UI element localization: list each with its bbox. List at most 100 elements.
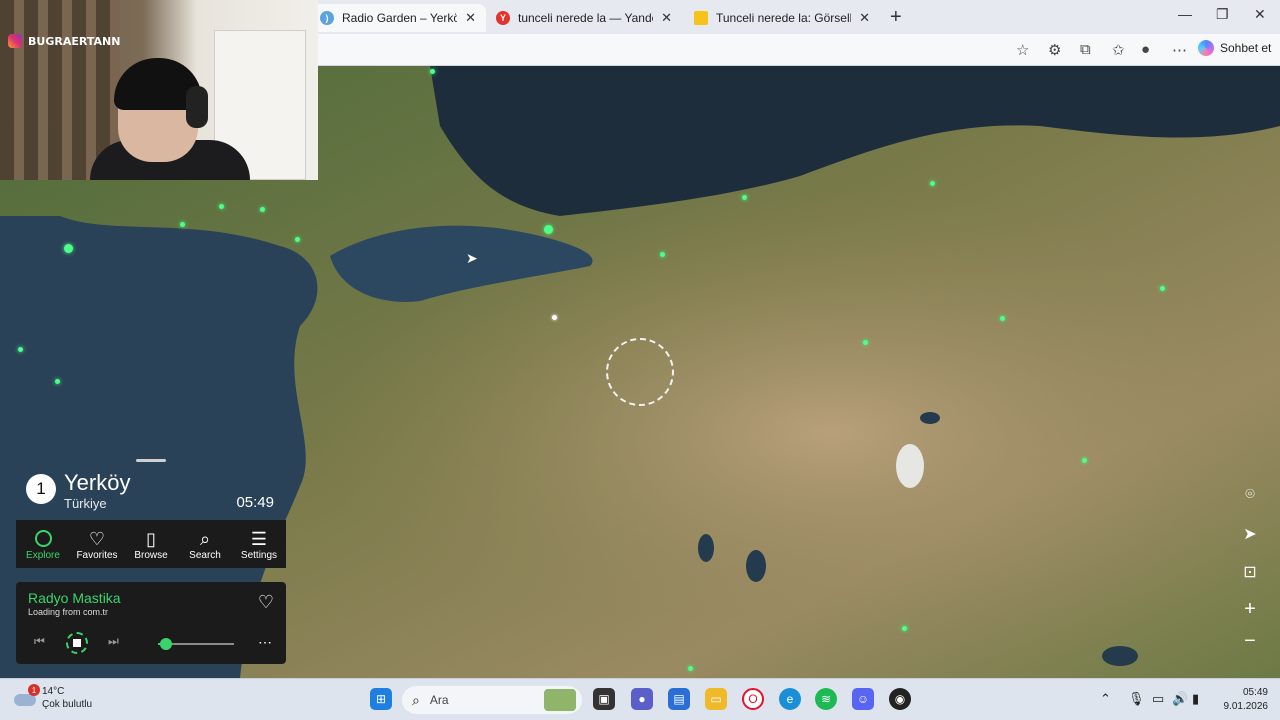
store-icon[interactable]: ▤ [668, 688, 690, 710]
menu-icon: ☰ [250, 528, 268, 549]
split-screen-icon[interactable]: ⧉ [1080, 41, 1091, 58]
next-button[interactable]: ⏭ [108, 634, 119, 649]
windows-start-icon[interactable]: ⊞ [370, 688, 392, 710]
copilot-chat-button[interactable]: Sohbet et [1198, 40, 1271, 56]
profile-avatar-icon[interactable]: ● [1141, 41, 1150, 58]
edge-icon[interactable]: e [779, 688, 801, 710]
more-options-button[interactable]: ⋯ [258, 634, 272, 651]
microphone-icon[interactable]: 🎙 [1128, 691, 1145, 707]
discord-icon[interactable]: ☺ [852, 688, 874, 710]
nav-label: Settings [240, 549, 278, 561]
tab-yandex-search[interactable]: Y tunceli nerede la — Yandex: 182 b ✕ [486, 4, 682, 32]
nav-explore[interactable]: Explore [16, 520, 70, 568]
lock-icon[interactable]: ⊡ [1240, 562, 1260, 582]
streamer-handle-text: BUGRAERTANN [28, 34, 121, 48]
tab-title: tunceli nerede la — Yandex: 182 b [518, 11, 653, 25]
station-dot[interactable] [219, 204, 224, 209]
tab-radio-garden[interactable]: ) Radio Garden – Yerköy ✕ [310, 4, 486, 32]
station-dot[interactable] [660, 252, 665, 257]
tab-yandex-images[interactable]: Tunceli nerede la: Görselleri görün ✕ [684, 4, 880, 32]
search-icon: ⌕ [412, 691, 420, 708]
station-dot[interactable] [1082, 458, 1087, 463]
station-dot[interactable] [742, 195, 747, 200]
station-status: Loading from com.tr [28, 607, 109, 617]
streamer-handle: BUGRAERTANN [8, 34, 120, 48]
station-name[interactable]: Radyo Mastika [28, 590, 121, 606]
weather-widget[interactable]: 1 14°C Çok bulutlu [14, 684, 92, 711]
more-options-icon[interactable]: ⋯ [1172, 41, 1187, 59]
volume-knob[interactable] [159, 638, 172, 650]
close-icon[interactable]: ✕ [859, 10, 870, 26]
minimize-button[interactable]: — [1178, 6, 1192, 22]
local-time: 05:49 [236, 494, 274, 511]
search-highlight-image [544, 689, 576, 711]
station-dot[interactable] [260, 207, 265, 212]
webcam-overlay: BUGRAERTANN [0, 0, 318, 180]
station-dot[interactable] [1160, 286, 1165, 291]
country-name: Türkiye [64, 496, 107, 511]
yandex-icon: Y [496, 11, 510, 25]
clock-time: 05:49 [1242, 687, 1268, 698]
station-count-badge: 1 [26, 474, 56, 504]
show-hidden-icons[interactable]: ⌃ [1100, 691, 1111, 707]
map-icon: ▯ [146, 528, 156, 549]
selected-station-dot[interactable] [552, 315, 557, 320]
favorite-star-icon[interactable]: ☆ [1016, 41, 1029, 59]
opera-icon[interactable]: O [742, 688, 764, 710]
search-icon: ⌕ [199, 528, 211, 549]
nav-label: Favorites [76, 549, 118, 561]
nav-search[interactable]: ⌕ Search [178, 520, 232, 568]
chat-label: Sohbet et [1220, 41, 1272, 55]
location-header[interactable]: 1 Yerköy Türkiye 05:49 [16, 470, 286, 520]
locate-me-icon[interactable]: ➤ [1240, 524, 1260, 544]
station-dot[interactable] [18, 347, 23, 352]
close-window-button[interactable]: ✕ [1254, 6, 1266, 23]
nav-browse[interactable]: ▯ Browse [124, 520, 178, 568]
spotify-icon[interactable]: ≋ [815, 688, 837, 710]
collections-icon[interactable]: ✩ [1112, 41, 1125, 59]
radio-garden-icon: ) [320, 11, 334, 25]
taskbar-clock[interactable]: 05:49 9.01.2026 [1224, 686, 1269, 714]
volume-slider[interactable] [158, 638, 234, 650]
battery-icon[interactable]: ▮ [1192, 691, 1199, 707]
nav-favorites[interactable]: ♡ Favorites [70, 520, 124, 568]
task-view-icon[interactable]: ▣ [593, 688, 615, 710]
network-icon[interactable]: ▭ [1152, 691, 1164, 707]
zoom-out-button[interactable]: − [1240, 630, 1260, 653]
clock-date: 9.01.2026 [1223, 701, 1269, 712]
previous-button[interactable]: ⏮ [34, 634, 45, 649]
station-dot[interactable] [430, 69, 435, 74]
nav-settings[interactable]: ☰ Settings [232, 520, 286, 568]
station-dot[interactable] [902, 626, 907, 631]
extensions-icon[interactable]: ⚙ [1048, 41, 1061, 59]
zoom-in-button[interactable]: + [1240, 598, 1260, 621]
yandex-images-icon [694, 11, 708, 25]
teams-icon[interactable]: ● [631, 688, 653, 710]
obs-icon[interactable]: ◉ [889, 688, 911, 710]
close-icon[interactable]: ✕ [465, 10, 476, 26]
station-dot[interactable] [295, 237, 300, 242]
station-dot[interactable] [55, 379, 60, 384]
station-dot[interactable] [863, 340, 868, 345]
station-dot[interactable] [64, 244, 73, 253]
panel-drag-handle[interactable] [136, 459, 166, 462]
close-icon[interactable]: ✕ [661, 10, 672, 26]
nav-label: Explore [26, 549, 60, 561]
stop-button[interactable] [66, 632, 88, 654]
station-dot[interactable] [1000, 316, 1005, 321]
file-explorer-icon[interactable]: ▭ [705, 688, 727, 710]
favorite-heart-icon[interactable]: ♡ [258, 592, 274, 613]
taskbar-search[interactable]: ⌕ Ara [402, 686, 582, 714]
volume-icon[interactable]: 🔊 [1172, 691, 1188, 707]
nav-label: Browse [134, 549, 168, 561]
station-dot[interactable] [544, 225, 553, 234]
new-tab-button[interactable]: + [890, 6, 902, 29]
copilot-icon [1198, 40, 1214, 56]
radio-garden-nav: Explore ♡ Favorites ▯ Browse ⌕ Search ☰ … [16, 520, 286, 568]
station-dot[interactable] [180, 222, 185, 227]
maximize-button[interactable]: ❐ [1216, 6, 1229, 23]
weather-temp: 14°C [42, 686, 65, 697]
map-pin-icon[interactable]: ⌾ [1240, 486, 1260, 504]
station-dot[interactable] [688, 666, 693, 671]
station-dot[interactable] [930, 181, 935, 186]
